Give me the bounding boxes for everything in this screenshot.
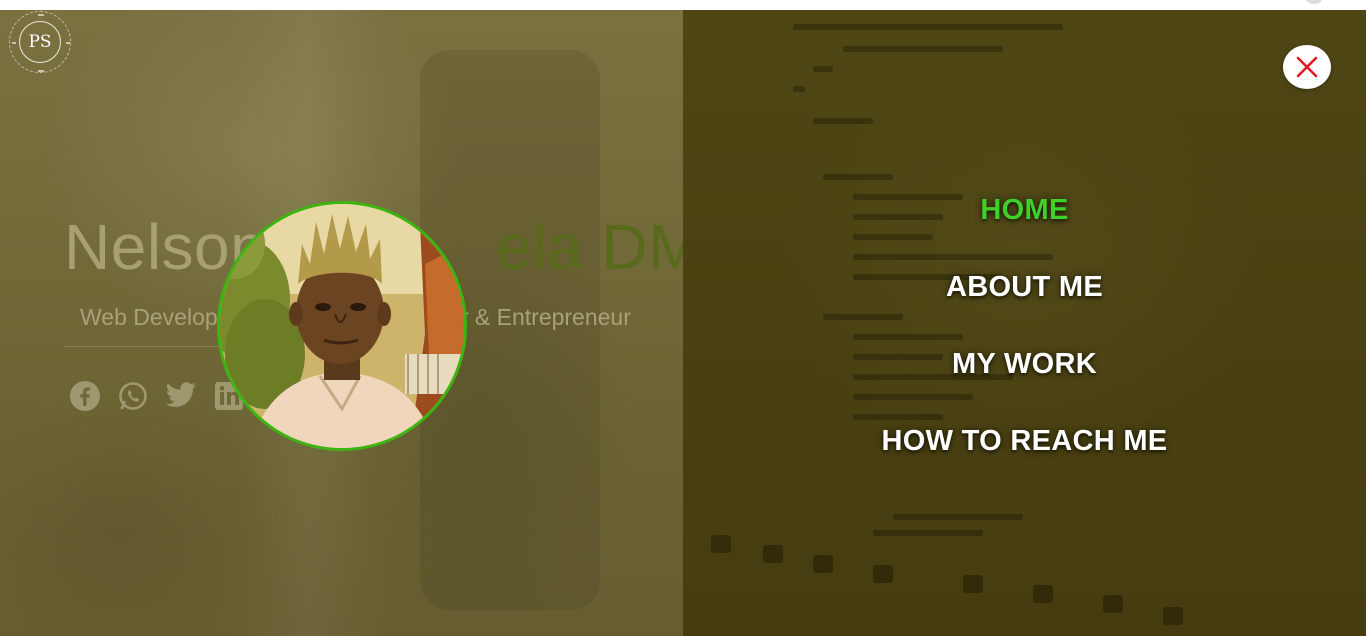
nav-item-home[interactable]: HOME — [683, 190, 1366, 230]
code-line — [813, 66, 833, 72]
top-bar — [0, 0, 1366, 10]
facebook-icon[interactable] — [68, 379, 102, 413]
close-menu-button[interactable] — [1283, 45, 1331, 89]
code-line — [843, 46, 1003, 52]
main-navigation: HOME ABOUT ME MY WORK HOW TO REACH ME — [683, 190, 1366, 498]
code-line — [823, 174, 893, 180]
key-shape — [813, 555, 833, 573]
close-icon — [1296, 56, 1318, 78]
twitter-icon[interactable] — [164, 379, 198, 413]
site-logo[interactable]: PS — [9, 11, 71, 73]
key-shape — [1033, 585, 1053, 603]
nav-item-my-work[interactable]: MY WORK — [683, 344, 1366, 384]
code-line — [813, 118, 873, 124]
hero-name-last: ela DMJ — [496, 211, 683, 283]
logo-ornament — [38, 14, 44, 16]
nav-item-how-to-reach-me[interactable]: HOW TO REACH ME — [683, 421, 1366, 461]
navigation-overlay: HOME ABOUT ME MY WORK HOW TO REACH ME — [683, 10, 1366, 636]
key-shape — [711, 535, 731, 553]
logo-ornament — [66, 42, 70, 44]
profile-photo — [217, 201, 467, 451]
code-line — [793, 86, 805, 92]
key-shape — [1103, 595, 1123, 613]
logo-monogram: PS — [19, 21, 61, 63]
hero-section: Nelsonela DMJ Web DeveloprogrammeDesigne… — [0, 10, 683, 636]
key-shape — [763, 545, 783, 563]
key-shape — [873, 565, 893, 583]
whatsapp-icon[interactable] — [116, 379, 150, 413]
scroll-indicator — [1306, 0, 1322, 4]
tagline-start: Web Develop — [80, 304, 218, 330]
key-shape — [1163, 607, 1183, 625]
code-line — [793, 24, 1063, 30]
code-line — [893, 514, 1023, 520]
code-line — [873, 530, 983, 536]
logo-ornament — [12, 42, 16, 44]
nav-item-about-me[interactable]: ABOUT ME — [683, 267, 1366, 307]
key-shape — [963, 575, 983, 593]
logo-ornament — [38, 70, 44, 72]
